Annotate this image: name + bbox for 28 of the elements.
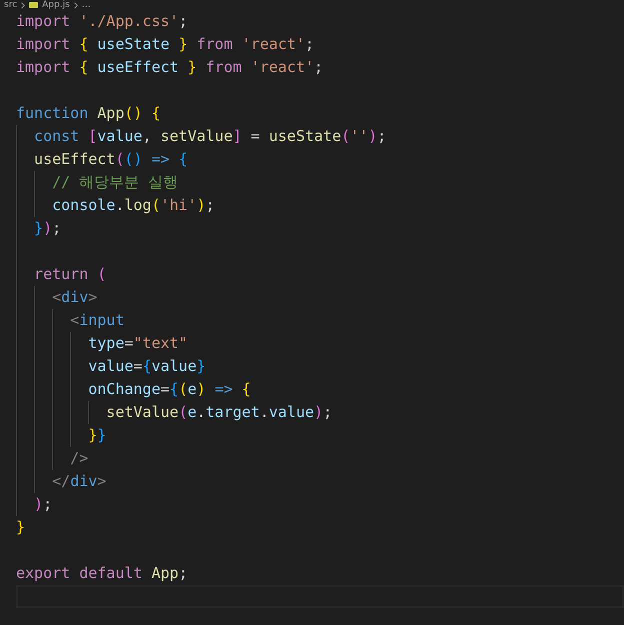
code-line: type="text" [87, 333, 188, 354]
code-line: import { useEffect } from 'react'; [16, 57, 324, 78]
file-type-icon [29, 2, 38, 8]
breadcrumb-item[interactable]: … [82, 0, 91, 10]
code-line: } [16, 517, 26, 538]
code-line: <input [69, 310, 124, 331]
code-line: function App() { [16, 103, 160, 124]
code-line: <div> [51, 287, 98, 308]
code-line: }} [87, 425, 106, 446]
code-line: import { useState } from 'react'; [16, 34, 314, 55]
code-line: setValue(e.target.value); [105, 402, 332, 423]
chevron-icon [74, 2, 78, 8]
code-line: return ( [33, 264, 106, 285]
code-line: import './App.css'; [16, 11, 188, 32]
breadcrumb-item[interactable]: src [4, 0, 18, 10]
code-line: }); [33, 218, 62, 239]
code-line: // 해당부분 실행 [51, 172, 178, 193]
code-line: </div> [51, 471, 106, 492]
code-line: const [value, setValue] = useState(''); [33, 126, 386, 147]
code-line: useEffect(() => { [33, 149, 188, 170]
code-line: onChange={(e) => { [87, 379, 251, 400]
code-line: ); [33, 494, 52, 515]
code-line: export default App; [16, 563, 188, 584]
code-line: value={value} [87, 356, 206, 377]
code-line: /> [69, 448, 88, 469]
code-line: console.log('hi'); [51, 195, 215, 216]
chevron-icon [21, 2, 26, 8]
breadcrumb-item[interactable]: App.js [42, 0, 70, 10]
